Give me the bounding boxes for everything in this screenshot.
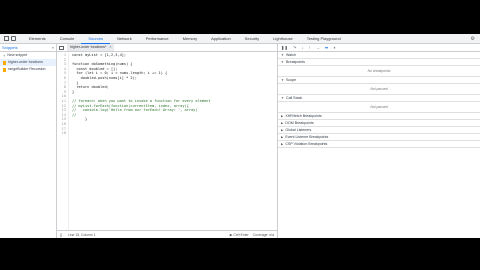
debugger-section-header[interactable]: ▶ CSP Violation Breakpoints <box>278 141 480 148</box>
snippet-item[interactable]: higher-order functions <box>0 59 56 66</box>
expanded-triangle-icon: ▼ <box>281 52 284 57</box>
cursor-position: Line 15, Column 1 <box>68 232 96 237</box>
new-snippet-button[interactable]: + New snippet <box>0 52 56 59</box>
debugger-section-title: Watch <box>285 52 297 57</box>
plus-icon: + <box>3 53 6 58</box>
coverage-status: Coverage: n/a <box>252 232 274 237</box>
collapsed-triangle-icon: ▶ <box>281 134 284 139</box>
tab-memory[interactable]: Memory <box>176 34 204 44</box>
debugger-sidebar: ❚❚ ↷ ↓ ↑ → ⬌ ⏸ ▼ Watch ▼ Breakpoints No brea… <box>278 44 480 238</box>
devtools-tabbar: Elements Console Sources Network Perform… <box>0 34 480 44</box>
tab-snippets[interactable]: Snippets <box>2 45 18 50</box>
debugger-section-title: CSP Violation Breakpoints <box>285 141 328 146</box>
gear-icon[interactable]: ⚙ <box>471 36 475 42</box>
navigator-header: Snippets » <box>0 44 56 52</box>
step-over-icon[interactable]: ↷ <box>293 45 297 50</box>
snippet-name: higher-order functions <box>8 60 43 64</box>
pause-icon[interactable]: ❚❚ <box>281 45 288 50</box>
navigator-panel: Snippets » + New snippet higher-order fu… <box>0 44 57 238</box>
expanded-triangle-icon: ▼ <box>281 77 284 82</box>
debugger-section-title: XHR/fetch Breakpoints <box>285 113 322 118</box>
tab-lighthouse[interactable]: Lighthouse <box>266 34 300 44</box>
snippet-item[interactable]: rangeBuilder Recursion <box>0 66 56 73</box>
code-line: // console.log('Hello from our forEach! … <box>72 108 198 113</box>
tab-elements[interactable]: Elements <box>22 34 53 44</box>
expanded-triangle-icon: ▼ <box>281 95 284 100</box>
tab-network[interactable]: Network <box>110 34 139 44</box>
expanded-triangle-icon: ▼ <box>281 59 284 64</box>
tab-sources[interactable]: Sources <box>81 34 111 44</box>
snippet-file-icon <box>3 60 6 65</box>
step-into-icon[interactable]: ↓ <box>302 45 304 50</box>
empty-state-text: Not paused <box>278 102 480 113</box>
device-toolbar-icon[interactable] <box>11 36 16 41</box>
tab-performance[interactable]: Performance <box>139 34 176 44</box>
debugger-section-header[interactable]: ▼ Call Stack <box>278 95 480 102</box>
tab-security[interactable]: Security <box>238 34 266 44</box>
editor-tabbar: higher-order functions* × <box>57 44 277 52</box>
toggle-navigator-icon[interactable] <box>59 45 64 50</box>
debugger-section-header[interactable]: ▼ Watch <box>278 52 480 59</box>
debugger-sections: ▼ Watch ▼ Breakpoints No breakpoints ▼ Scope No… <box>278 52 480 148</box>
debugger-section-title: DOM Breakpoints <box>285 120 314 125</box>
code-lines: const myList = [1,2,3,4]; function doSome… <box>72 53 210 136</box>
pause-on-exceptions-icon[interactable]: ⏸ <box>333 45 335 50</box>
tab-application[interactable]: Application <box>204 34 238 44</box>
tab-testing-playground[interactable]: Testing Playground <box>300 34 348 44</box>
close-icon[interactable]: × <box>109 44 111 51</box>
line-number-gutter: 1 2 3 4 5 6 7 8 9 10 11 12 13 14 15 16 17 18 <box>57 53 69 230</box>
step-icon[interactable]: → <box>316 45 320 50</box>
collapsed-triangle-icon: ▶ <box>281 120 284 125</box>
editor-status-bar: {} Line 15, Column 1 ▶ Ctrl+Enter Covera… <box>57 230 277 238</box>
inspect-element-icon[interactable] <box>4 36 9 41</box>
debugger-toolbar: ❚❚ ↷ ↓ ↑ → ⬌ ⏸ <box>278 44 480 52</box>
tab-console[interactable]: Console <box>53 34 82 44</box>
code-line: // foreach: when you want to invoke a fu… <box>72 98 211 103</box>
snippet-file-icon <box>3 67 6 72</box>
line-number[interactable]: 18 <box>57 131 68 136</box>
collapsed-triangle-icon: ▶ <box>281 127 284 132</box>
editor-panel: higher-order functions* × 1 2 3 4 5 6 7 8 9 10 11 1… <box>57 44 278 238</box>
debugger-section-header[interactable]: ▼ Breakpoints <box>278 59 480 66</box>
step-out-icon[interactable]: ↑ <box>309 45 311 50</box>
pretty-print-icon[interactable]: {} <box>60 233 65 237</box>
debugger-section-header[interactable]: ▼ Scope <box>278 77 480 84</box>
debugger-section-title: Global Listeners <box>285 127 312 132</box>
collapsed-triangle-icon: ▶ <box>281 113 284 118</box>
collapsed-triangle-icon: ▶ <box>281 141 284 146</box>
debugger-section-title: Breakpoints <box>285 59 305 64</box>
new-snippet-label: New snippet <box>7 53 28 57</box>
empty-state-text: No breakpoints <box>278 66 480 77</box>
devtools-window: Elements Console Sources Network Perform… <box>0 34 480 238</box>
editor-tab[interactable]: higher-order functions* × <box>67 44 115 51</box>
more-tabs-icon[interactable]: » <box>52 45 54 50</box>
empty-state-text: Not paused <box>278 84 480 95</box>
editor-tab-label: higher-order functions* <box>70 45 107 49</box>
code-editor[interactable]: 1 2 3 4 5 6 7 8 9 10 11 12 13 14 15 16 17 18 const myList… <box>57 53 277 230</box>
debugger-section-title: Scope <box>285 77 297 82</box>
deactivate-breakpoints-icon[interactable]: ⬌ <box>325 45 329 50</box>
run-snippet-button[interactable]: ▶ Ctrl+Enter <box>230 233 249 237</box>
snippet-name: rangeBuilder Recursion <box>8 67 46 71</box>
debugger-section-title: Event Listener Breakpoints <box>285 134 329 139</box>
debugger-section-title: Call Stack <box>285 95 303 100</box>
